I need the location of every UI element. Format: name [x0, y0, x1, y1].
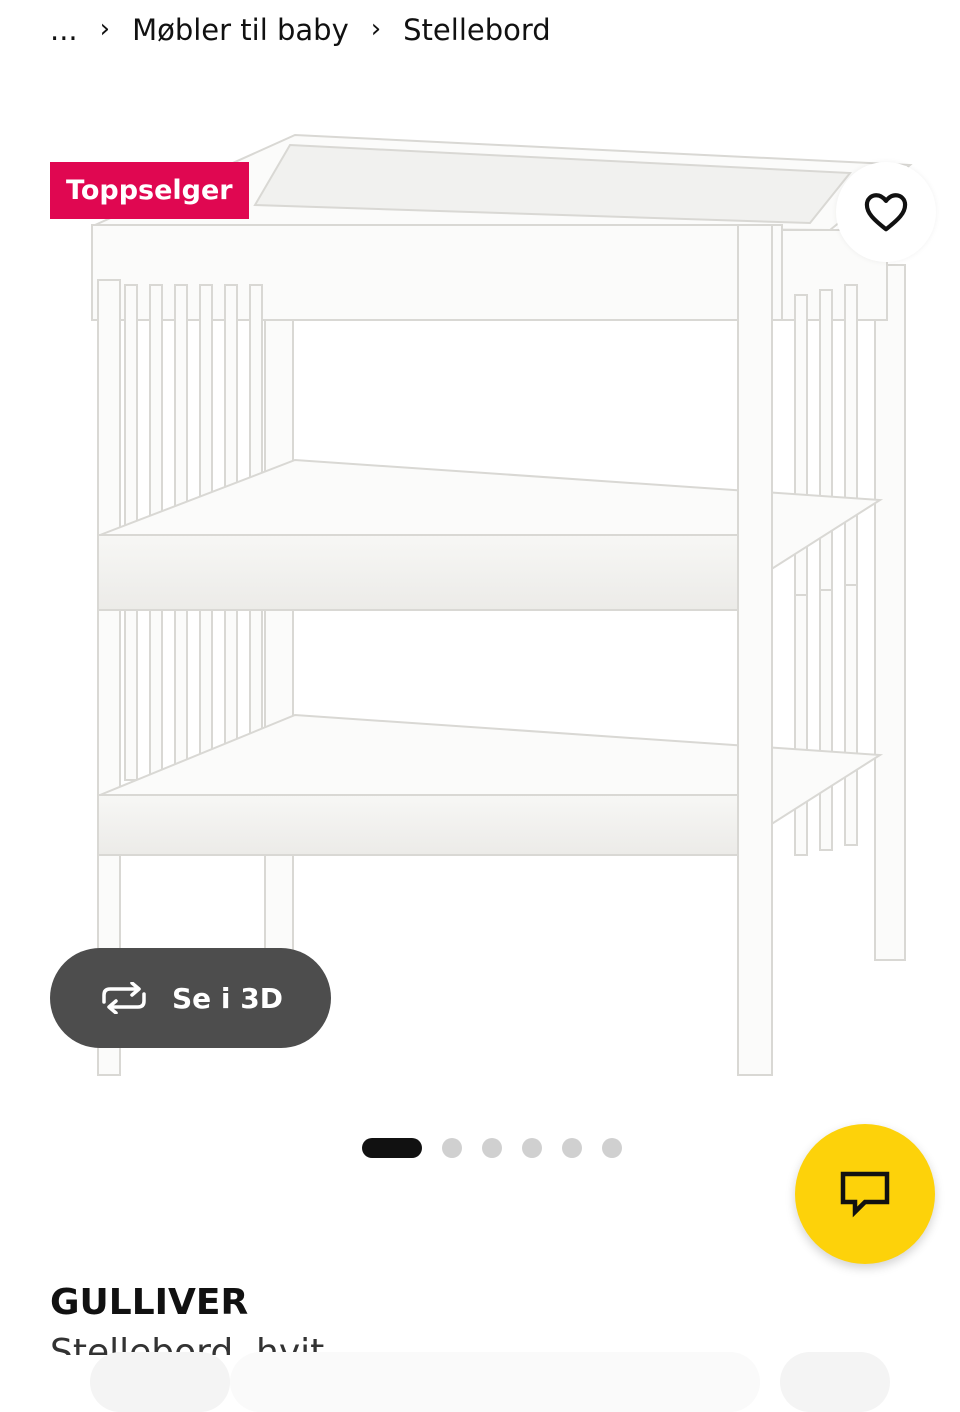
chevron-right-icon: ›: [370, 14, 382, 44]
bottom-control-right[interactable]: [780, 1352, 890, 1412]
breadcrumb: ... › Møbler til baby › Stellebord: [50, 8, 551, 52]
badge-label: Toppselger: [66, 175, 233, 206]
view-in-3d-label: Se i 3D: [172, 981, 283, 1015]
changing-table-illustration: [91, 133, 913, 1076]
product-name: GULLIVER: [50, 1282, 249, 1323]
carousel-dot-1[interactable]: [362, 1138, 422, 1158]
chat-bubble-icon: [840, 1171, 890, 1218]
top-seller-badge: Toppselger: [50, 162, 249, 219]
bottom-control-left[interactable]: [90, 1352, 230, 1412]
carousel-dot-4[interactable]: [522, 1138, 542, 1158]
carousel-dot-6[interactable]: [602, 1138, 622, 1158]
carousel-dot-5[interactable]: [562, 1138, 582, 1158]
rotate-icon: [102, 982, 146, 1014]
breadcrumb-item-changing-tables[interactable]: Stellebord: [403, 13, 551, 47]
carousel-dot-2[interactable]: [442, 1138, 462, 1158]
bottom-control-center[interactable]: [230, 1352, 760, 1412]
breadcrumb-ellipsis[interactable]: ...: [50, 13, 78, 47]
heart-icon: [864, 193, 908, 232]
carousel-dot-3[interactable]: [482, 1138, 502, 1158]
favorite-button[interactable]: [836, 162, 936, 262]
breadcrumb-item-baby-furniture[interactable]: Møbler til baby: [132, 13, 349, 47]
image-carousel-indicator: [362, 1138, 622, 1158]
chat-button[interactable]: [795, 1124, 935, 1264]
chevron-right-icon: ›: [99, 14, 111, 44]
product-image[interactable]: [50, 125, 930, 1085]
view-in-3d-button[interactable]: Se i 3D: [50, 948, 331, 1048]
